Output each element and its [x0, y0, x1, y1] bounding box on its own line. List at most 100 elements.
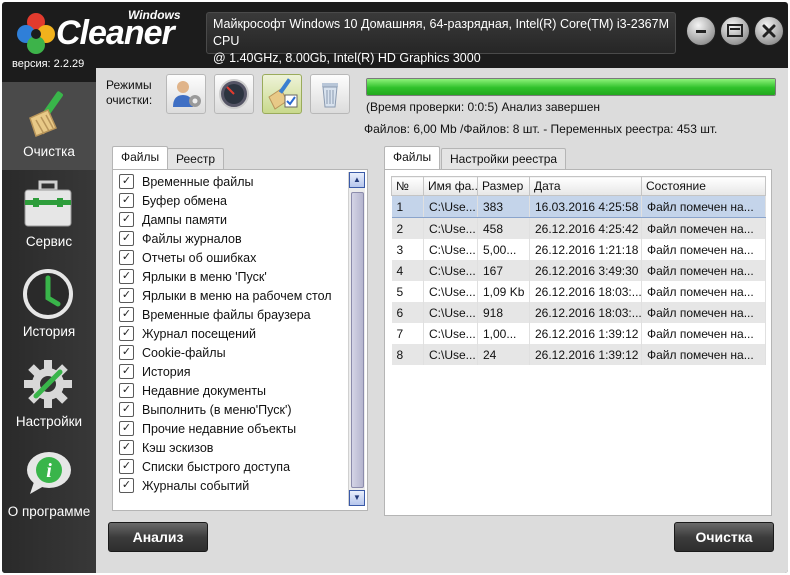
file-category-item[interactable]: ✓ Временные файлы [117, 172, 341, 191]
logo-title: Cleaner [56, 14, 175, 52]
clock-icon [23, 269, 73, 319]
table-cell: 26.12.2016 18:03:... [529, 281, 642, 302]
column-header[interactable]: Состояние [641, 176, 766, 196]
sidebar-item-label: История [22, 324, 76, 339]
sidebar-item-settings[interactable]: Настройки [2, 352, 96, 440]
analyze-button[interactable]: Анализ [108, 522, 208, 552]
file-category-label: Дампы памяти [142, 212, 228, 227]
sidebar-item-about[interactable]: i О программе [2, 442, 96, 530]
file-category-item[interactable]: ✓ Списки быстрого доступа [117, 457, 341, 476]
sidebar-item-service[interactable]: Сервис [2, 172, 96, 260]
checkbox-checked-icon[interactable]: ✓ [119, 288, 134, 303]
scroll-down-icon[interactable]: ▼ [349, 490, 365, 506]
table-row[interactable]: 7 C:\Use... 1,00... 26.12.2016 1:39:12 Файл … [391, 323, 766, 344]
file-category-item[interactable]: ✓ Буфер обмена [117, 191, 341, 210]
mode-user-button[interactable] [166, 74, 206, 114]
file-category-item[interactable]: ✓ Дампы памяти [117, 210, 341, 229]
checkbox-checked-icon[interactable]: ✓ [119, 440, 134, 455]
table-cell: 26.12.2016 4:25:42 [529, 217, 642, 239]
file-category-item[interactable]: ✓ Кэш эскизов [117, 438, 341, 457]
minimize-icon [696, 30, 706, 33]
tab-result-files[interactable]: Файлы [384, 146, 441, 169]
table-cell: 26.12.2016 18:03:... [529, 302, 642, 323]
tab-files[interactable]: Файлы [112, 146, 169, 169]
column-header[interactable]: Размер [477, 176, 530, 196]
file-category-label: Отчеты об ошибках [142, 250, 257, 265]
sidebar-item-cleaning[interactable]: Очистка [2, 82, 96, 170]
table-row[interactable]: 2 C:\Use... 458 26.12.2016 4:25:42 Файл поме… [391, 217, 766, 239]
file-category-item[interactable]: ✓ Временные файлы браузера [117, 305, 341, 324]
checkbox-checked-icon[interactable]: ✓ [119, 174, 134, 189]
table-cell: Файл помечен на... [641, 239, 766, 260]
checkbox-checked-icon[interactable]: ✓ [119, 383, 134, 398]
checkbox-checked-icon[interactable]: ✓ [119, 326, 134, 341]
column-header[interactable]: Дата [529, 176, 642, 196]
file-category-label: Кэш эскизов [142, 440, 214, 455]
mode-standard-button[interactable] [262, 74, 302, 114]
tab-registry[interactable]: Реестр [167, 148, 224, 169]
scroll-up-icon[interactable]: ▲ [349, 172, 365, 188]
tray-button[interactable] [720, 16, 750, 46]
table-cell: 1,00... [477, 323, 530, 344]
table-cell: 24 [477, 344, 530, 365]
checkbox-checked-icon[interactable]: ✓ [119, 459, 134, 474]
table-cell: 26.12.2016 1:39:12 [529, 323, 642, 344]
table-row[interactable]: 3 C:\Use... 5,00... 26.12.2016 1:21:18 Файл … [391, 239, 766, 260]
table-cell: Файл помечен на... [641, 195, 766, 218]
table-cell: Файл помечен на... [641, 217, 766, 239]
file-category-label: Буфер обмена [142, 193, 227, 208]
checkbox-checked-icon[interactable]: ✓ [119, 364, 134, 379]
file-category-item[interactable]: ✓ Ярлыки в меню на рабочем стол [117, 286, 341, 305]
file-category-item[interactable]: ✓ Выполнить (в меню'Пуск') [117, 400, 341, 419]
minimize-button[interactable] [686, 16, 716, 46]
table-cell: 1,09 Kb [477, 281, 530, 302]
file-category-item[interactable]: ✓ Журналы событий [117, 476, 341, 495]
sidebar-item-history[interactable]: История [2, 262, 96, 350]
clean-button[interactable]: Очистка [674, 522, 774, 552]
file-category-item[interactable]: ✓ Журнал посещений [117, 324, 341, 343]
close-button[interactable] [754, 16, 784, 46]
file-category-item[interactable]: ✓ Прочие недавние объекты [117, 419, 341, 438]
column-header[interactable]: Имя фа... [423, 176, 478, 196]
checkbox-checked-icon[interactable]: ✓ [119, 345, 134, 360]
app-window: Windows Cleaner версия: 2.2.29 Майкрософ… [2, 2, 788, 573]
table-cell: C:\Use... [423, 239, 478, 260]
table-cell: 16.03.2016 4:25:58 [529, 195, 642, 218]
table-row[interactable]: 6 C:\Use... 918 26.12.2016 18:03:... Файл по… [391, 302, 766, 323]
table-cell: Файл помечен на... [641, 281, 766, 302]
file-category-item[interactable]: ✓ Файлы журналов [117, 229, 341, 248]
sidebar-item-label: Настройки [15, 414, 83, 429]
checkbox-checked-icon[interactable]: ✓ [119, 307, 134, 322]
checkbox-checked-icon[interactable]: ✓ [119, 212, 134, 227]
table-row[interactable]: 4 C:\Use... 167 26.12.2016 3:49:30 Файл поме… [391, 260, 766, 281]
scroll-thumb[interactable] [351, 192, 364, 488]
column-header[interactable]: № [391, 176, 424, 196]
checkbox-checked-icon[interactable]: ✓ [119, 193, 134, 208]
table-cell: Файл помечен на... [641, 260, 766, 281]
checkbox-checked-icon[interactable]: ✓ [119, 269, 134, 284]
mode-gauge-button[interactable] [214, 74, 254, 114]
mode-deep-button[interactable] [310, 74, 350, 114]
file-category-label: Недавние документы [142, 383, 267, 398]
file-category-item[interactable]: ✓ Отчеты об ошибках [117, 248, 341, 267]
tab-registry-settings[interactable]: Настройки реестра [441, 148, 567, 169]
vertical-scrollbar[interactable]: ▲ ▼ [348, 172, 365, 506]
checkbox-checked-icon[interactable]: ✓ [119, 478, 134, 493]
sidebar-item-label: Сервис [25, 234, 73, 249]
checkbox-checked-icon[interactable]: ✓ [119, 421, 134, 436]
file-category-label: Прочие недавние объекты [142, 421, 297, 436]
file-category-label: Ярлыки в меню на рабочем стол [142, 288, 332, 303]
checkbox-checked-icon[interactable]: ✓ [119, 402, 134, 417]
checkbox-checked-icon[interactable]: ✓ [119, 250, 134, 265]
table-cell: 5,00... [477, 239, 530, 260]
table-row[interactable]: 8 C:\Use... 24 26.12.2016 1:39:12 Файл помеч… [391, 344, 766, 365]
file-category-item[interactable]: ✓ Ярлыки в меню 'Пуск' [117, 267, 341, 286]
file-category-label: История [142, 364, 191, 379]
category-tabs: Файлы Реестр [112, 146, 372, 170]
table-row[interactable]: 5 C:\Use... 1,09 Kb 26.12.2016 18:03:... Фай… [391, 281, 766, 302]
file-category-item[interactable]: ✓ Недавние документы [117, 381, 341, 400]
checkbox-checked-icon[interactable]: ✓ [119, 231, 134, 246]
file-category-item[interactable]: ✓ Cookie-файлы [117, 343, 341, 362]
table-row[interactable]: 1 C:\Use... 383 16.03.2016 4:25:58 Файл поме… [391, 195, 766, 218]
file-category-item[interactable]: ✓ История [117, 362, 341, 381]
